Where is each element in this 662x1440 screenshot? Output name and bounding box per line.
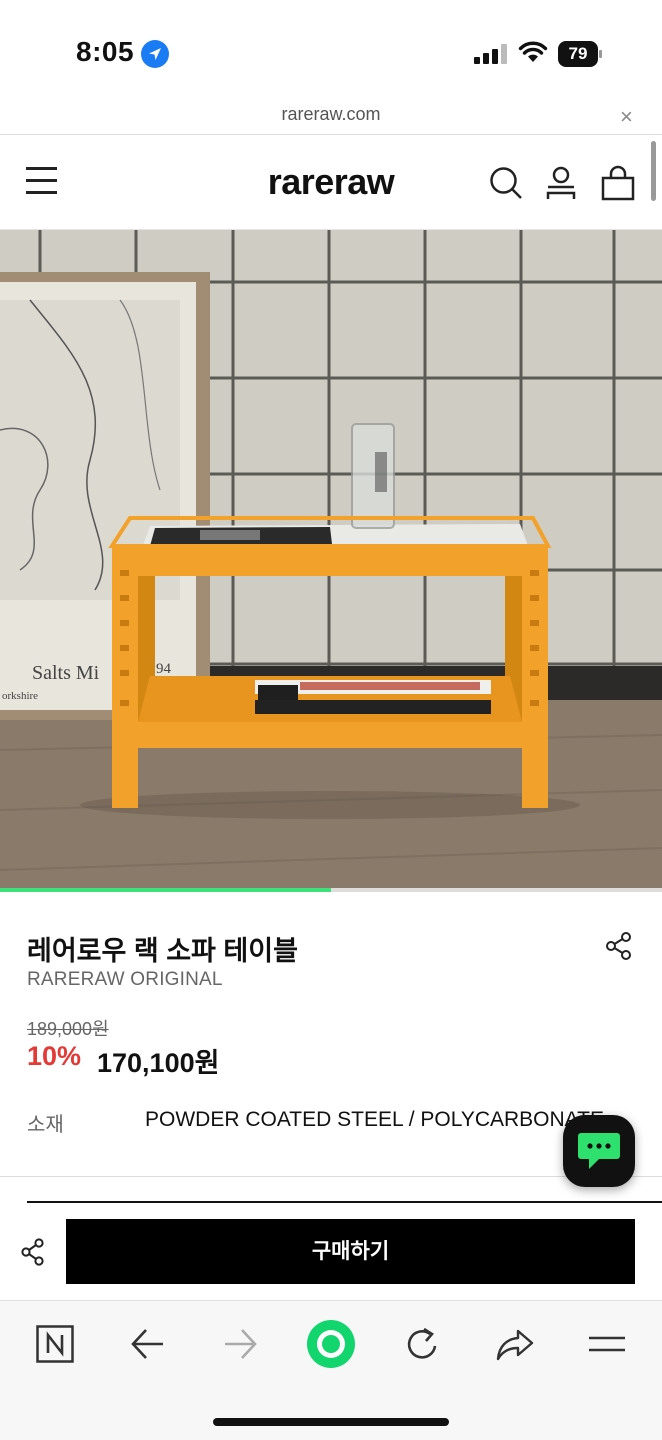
reload-icon[interactable] (404, 1325, 440, 1363)
browser-toolbar (0, 1300, 662, 1440)
scroll-indicator (651, 141, 656, 201)
green-dot-home-icon[interactable] (306, 1319, 356, 1369)
poster-caption: Salts Mi (32, 662, 100, 684)
location-arrow-icon (141, 40, 169, 68)
sale-price: 170,100원 (97, 1048, 220, 1078)
naver-home-icon[interactable] (36, 1325, 74, 1363)
buy-bar: 구매하기 (0, 1203, 662, 1300)
cellular-signal-icon (474, 44, 508, 64)
poster-sub: orkshire (2, 690, 38, 702)
discount-rate: 10% (27, 1041, 82, 1071)
battery-level: 79 (558, 41, 598, 67)
original-price: 189,000원 (27, 1019, 109, 1039)
divider (0, 1176, 662, 1177)
spec-value-material: POWDER COATED STEEL / POLYCARBONATE (145, 1108, 604, 1131)
clock: 8:05 (76, 36, 135, 67)
url-bar[interactable]: rareraw.com × (0, 100, 662, 135)
poster-year: 94 (156, 661, 172, 677)
buy-button[interactable]: 구매하기 (66, 1219, 635, 1284)
tabs-menu-icon[interactable] (588, 1325, 626, 1363)
shopping-bag-icon[interactable] (601, 165, 635, 201)
chat-button[interactable] (563, 1115, 635, 1187)
share-arrow-icon[interactable] (496, 1325, 534, 1363)
battery-icon: 79 (558, 41, 602, 67)
share-icon[interactable] (21, 1238, 45, 1266)
site-header: rareraw (0, 135, 662, 230)
carousel-progress-fill (0, 888, 331, 892)
product-brand[interactable]: RARERAW ORIGINAL (27, 969, 223, 991)
user-account-icon[interactable] (545, 165, 577, 201)
wifi-icon (518, 41, 548, 62)
url-text[interactable]: rareraw.com (0, 104, 662, 125)
spec-label-material: 소재 (27, 1114, 64, 1136)
back-arrow-icon[interactable] (130, 1325, 166, 1363)
chat-bubble-icon (578, 1133, 620, 1169)
image-carousel-progress (0, 888, 662, 892)
search-icon[interactable] (489, 165, 523, 201)
home-indicator (213, 1418, 449, 1426)
forward-arrow-icon[interactable] (222, 1325, 258, 1363)
close-icon[interactable]: × (620, 104, 633, 130)
share-icon[interactable] (606, 932, 632, 960)
product-title: 레어로우 랙 소파 테이블 (27, 936, 298, 966)
product-image[interactable]: Salts Mi 94 orkshire (0, 230, 662, 892)
status-bar: 8:05 79 (0, 0, 662, 100)
